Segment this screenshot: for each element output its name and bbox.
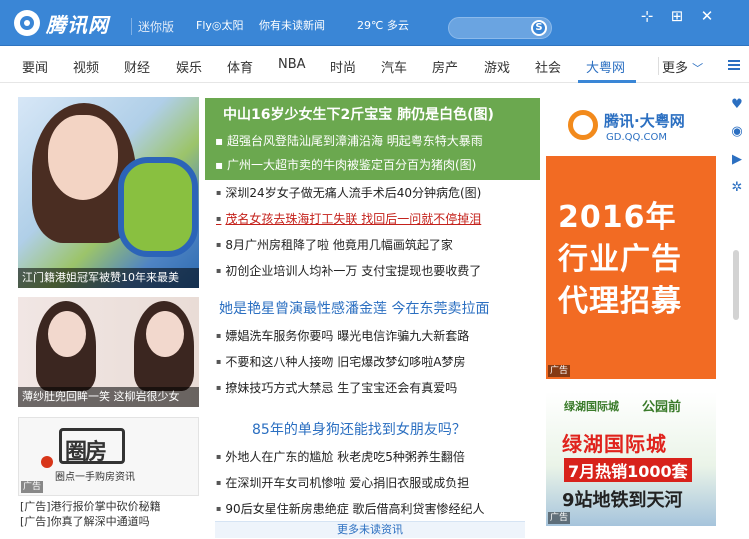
ad2-brand-2: 公园前 — [642, 400, 682, 415]
headline-box: 中山16岁少女生下2斤宝宝 肺仍是白色(图) ▪ 超强台风登陆汕尾到漳浦沿海 明… — [205, 98, 540, 180]
news-item[interactable]: 外地人在广东的尴尬 秋老虎吃5种粥养生翻倍 — [216, 448, 464, 465]
ad-link-1[interactable]: [广告]港行报价掌中砍价秘籍 — [20, 499, 161, 514]
photo-backpack — [118, 157, 198, 257]
tencent-logo-icon — [14, 10, 40, 36]
ad2-sale: 7月热销1000套 — [564, 458, 692, 482]
tab-sports[interactable]: 体育 — [227, 57, 253, 76]
chevron-down-icon: ﹀ — [692, 62, 704, 75]
left-ad-links: [广告]港行报价掌中砍价秘籍 [广告]你真了解深中通道吗 — [20, 499, 161, 529]
unread-news-link[interactable]: 你有未读新闻 — [259, 17, 325, 33]
brand-dot-icon — [41, 456, 53, 468]
headline-sub-2-text: 广州一大超市卖的牛肉被鉴定百分百为猪肉(图) — [226, 158, 477, 172]
tab-dayue[interactable]: 大粤网 — [586, 57, 625, 76]
video-play-icon[interactable]: ▶ — [730, 153, 744, 167]
photo-face — [48, 115, 118, 200]
ad2-metro: 9站地铁到天河 — [562, 490, 683, 511]
ad2-brand: 绿湖国际城 — [564, 400, 619, 413]
headline-sub-2[interactable]: ▪ 广州一大超市卖的牛肉被鉴定百分百为猪肉(图) — [215, 156, 476, 173]
ad-brand: 腾讯·大粤网 — [604, 112, 685, 130]
news-item[interactable]: 撩妹技巧方式大禁忌 生了宝宝还会有真爱吗 — [216, 379, 457, 396]
tab-yaowen[interactable]: 要闻 — [22, 57, 48, 76]
ad-banner-dayue[interactable]: 腾讯·大粤网 GD.QQ.COM 2016年 行业广告 代理招募 广告 — [546, 98, 716, 379]
ad-line-3: 代理招募 — [558, 284, 682, 319]
news-item[interactable]: 嫖娼洗车服务你要吗 曝光电信诈骗九大新套路 — [216, 327, 469, 344]
search-icon[interactable]: S — [531, 20, 547, 36]
feature-image-2[interactable]: 薄纱肚兜回眸一笑 这柳岩很少女 — [18, 297, 199, 407]
ad-image-quanfang[interactable]: 圈房 圈点一手购房资讯 广告 — [18, 417, 199, 496]
title-bar: 腾讯网 迷你版 Fly◎太阳 你有未读新闻 29℃ 多云 S ⊹ ⊞ ✕ — [0, 0, 749, 46]
ad-tag: 广告 — [548, 512, 571, 524]
tab-auto[interactable]: 汽车 — [381, 57, 407, 76]
tencent-logo[interactable]: 腾讯网 — [14, 9, 109, 37]
news-item[interactable]: 深圳24岁女子做无痛人流手术后40分钟病危(图) — [216, 184, 481, 201]
search-input[interactable]: S — [448, 17, 552, 39]
user-name[interactable]: Fly◎太阳 — [196, 17, 244, 33]
news-item[interactable]: 90后女星住新房患绝症 歌后借高利贷害惨经纪人 — [216, 500, 484, 517]
tab-entertainment[interactable]: 娱乐 — [176, 57, 202, 76]
pin-icon[interactable]: ⊹ — [638, 7, 656, 25]
ad-banner-lvhu[interactable]: 绿湖国际城 公园前 绿湖国际城 7月热销1000套 9站地铁到天河 广告 — [546, 392, 716, 526]
menu-icon[interactable] — [728, 60, 740, 70]
weather-info[interactable]: 29℃ 多云 — [357, 17, 409, 33]
headline-sub-1[interactable]: ▪ 超强台风登陆汕尾到漳浦沿海 明起粤东特大暴雨 — [215, 132, 483, 149]
close-icon[interactable]: ✕ — [698, 7, 716, 25]
section-headline-2[interactable]: 她是艳星曾演最性感潘金莲 今在东莞卖拉面 — [219, 298, 489, 318]
photo-face-left — [48, 311, 86, 357]
news-item[interactable]: 不要和这八种人接吻 旧宅爆改梦幻哆啦A梦房 — [216, 353, 465, 370]
photo-face-right — [146, 311, 184, 357]
maximize-icon[interactable]: ⊞ — [668, 7, 686, 25]
qq-icon[interactable]: ◉ — [730, 125, 744, 139]
tab-house[interactable]: 房产 — [432, 57, 458, 76]
collect-icon[interactable]: ♥ — [730, 98, 744, 112]
news-item[interactable]: 在深圳开车女司机惨啦 爱心捐旧衣服或成负担 — [216, 474, 469, 491]
tab-society[interactable]: 社会 — [535, 57, 561, 76]
tab-finance[interactable]: 财经 — [124, 57, 150, 76]
feature-caption-1[interactable]: 江门籍港姐冠军被赞10年来最美 — [18, 268, 199, 288]
logo-text: 腾讯网 — [46, 12, 109, 37]
dayue-logo-icon — [568, 110, 598, 140]
ad-line-2: 行业广告 — [558, 242, 682, 277]
news-item[interactable]: 茂名女孩去珠海打工失联 找回后一问就不停掉泪 — [216, 210, 481, 227]
active-tab-indicator — [578, 80, 636, 83]
ad-url: GD.QQ.COM — [606, 132, 668, 143]
ad-subtitle: 圈点一手购房资讯 — [55, 472, 135, 483]
headline-title[interactable]: 中山16岁少女生下2斤宝宝 肺仍是白色(图) — [223, 104, 494, 124]
channel-nav: 要闻 视频 财经 娱乐 体育 NBA 时尚 汽车 房产 游戏 社会 大粤网 更多… — [0, 47, 749, 83]
settings-icon[interactable]: ✲ — [730, 181, 744, 195]
feature-caption-2[interactable]: 薄纱肚兜回眸一笑 这柳岩很少女 — [18, 387, 199, 407]
tab-fashion[interactable]: 时尚 — [330, 57, 356, 76]
ad-tag: 广告 — [21, 481, 44, 493]
more-unread-news-button[interactable]: 更多未读资讯 — [215, 521, 525, 538]
feature-image-1[interactable]: 江门籍港姐冠军被赞10年来最美 — [18, 97, 199, 288]
tab-games[interactable]: 游戏 — [484, 57, 510, 76]
tab-nba[interactable]: NBA — [278, 57, 306, 72]
more-menu[interactable]: 更多 ﹀ — [662, 57, 703, 76]
ad-link-2[interactable]: [广告]你真了解深中通道吗 — [20, 514, 161, 529]
mini-version-label: 迷你版 — [131, 18, 174, 35]
ad-logo-band: 腾讯·大粤网 GD.QQ.COM — [546, 98, 716, 156]
ad-logo-text: 圈房 — [65, 440, 107, 465]
news-item[interactable]: 初创企业培训人均补一万 支付宝提现也要收费了 — [216, 262, 481, 279]
scrollbar[interactable] — [733, 250, 739, 320]
headline-sub-1-text: 超强台风登陆汕尾到漳浦沿海 明起粤东特大暴雨 — [226, 134, 483, 148]
ad-tag: 广告 — [548, 365, 571, 377]
ad2-title: 绿湖国际城 — [562, 432, 667, 456]
tab-video[interactable]: 视频 — [73, 57, 99, 76]
section-headline-3[interactable]: 85年的单身狗还能找到女朋友吗？ — [252, 419, 466, 439]
nav-divider — [658, 57, 659, 75]
news-item[interactable]: 8月广州房租降了啦 他竟用几幅画筑起了家 — [216, 236, 452, 253]
more-label: 更多 — [662, 61, 689, 76]
ad-line-1: 2016年 — [558, 200, 677, 235]
